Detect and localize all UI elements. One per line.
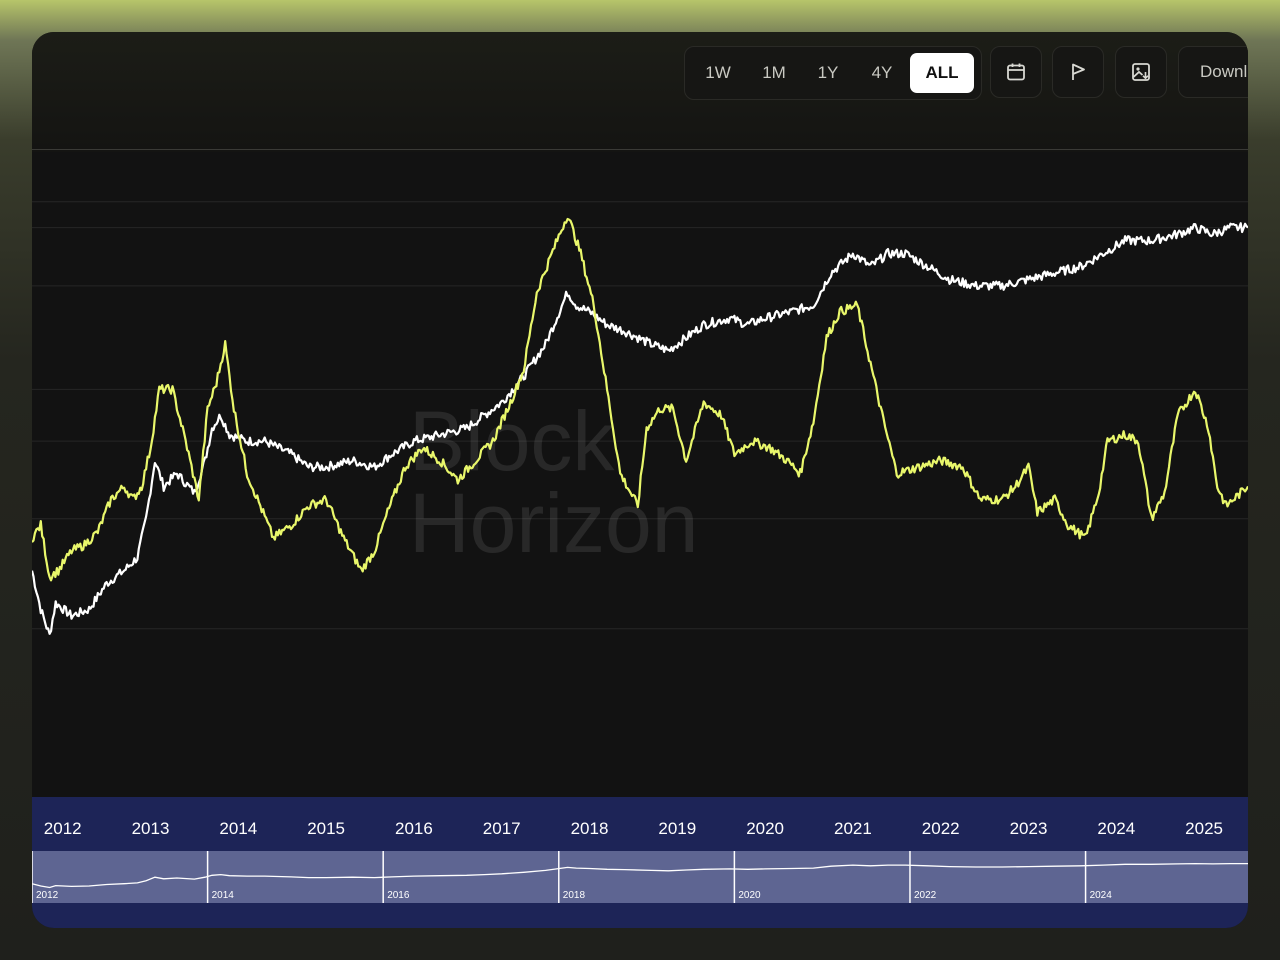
download-button[interactable]: Download bbox=[1178, 46, 1248, 98]
navigator-year-label: 2020 bbox=[746, 819, 785, 838]
navigator-tick-label: 2018 bbox=[563, 890, 586, 901]
watermark-line-2: Horizon bbox=[409, 476, 698, 570]
range-button-1w[interactable]: 1W bbox=[694, 53, 742, 93]
range-button-4y[interactable]: 4Y bbox=[858, 53, 906, 93]
navigator-year-label: 2017 bbox=[482, 819, 521, 838]
navigator-year-label: 2023 bbox=[1009, 819, 1048, 838]
range-button-1y[interactable]: 1Y bbox=[804, 53, 852, 93]
annotations-button[interactable] bbox=[1052, 46, 1104, 98]
navigator-year-label: 2025 bbox=[1185, 819, 1224, 838]
navigator-year-label: 2014 bbox=[219, 819, 258, 838]
series-layer bbox=[32, 217, 1248, 635]
navigator-tick-label: 2022 bbox=[914, 890, 937, 901]
navigator-year-label: 2012 bbox=[43, 819, 82, 838]
navigator-year-label: 2018 bbox=[570, 819, 609, 838]
range-button-1m[interactable]: 1M bbox=[750, 53, 798, 93]
image-download-icon bbox=[1132, 63, 1150, 81]
navigator-year-label: 2015 bbox=[307, 819, 346, 838]
watermark-line-1: Block bbox=[409, 394, 615, 488]
series-line-white bbox=[32, 222, 1248, 635]
navigator-mini-chart: 2012 2014 2016 2018 2020 2022 2024 bbox=[32, 851, 1248, 903]
watermark-logo: Block Horizon bbox=[409, 394, 698, 570]
navigator-year-label: 2016 bbox=[394, 819, 433, 838]
flag-icon bbox=[1072, 63, 1085, 80]
chart-panel: 1W 1M 1Y 4Y ALL Download Block Horizo bbox=[32, 32, 1248, 928]
calendar-icon bbox=[1007, 63, 1025, 81]
navigator-window[interactable]: 2012 2014 2016 2018 2020 2022 2024 bbox=[32, 851, 1248, 903]
navigator-year-label: 2022 bbox=[921, 819, 960, 838]
navigator-year-label: 2024 bbox=[1097, 819, 1136, 838]
range-navigator[interactable]: 2012 2013 2014 2015 2016 2017 2018 2019 2020 2021… bbox=[32, 797, 1248, 928]
range-button-all[interactable]: ALL bbox=[910, 53, 974, 93]
time-range-selector: 1W 1M 1Y 4Y ALL bbox=[684, 46, 982, 100]
navigator-year-label: 2013 bbox=[131, 819, 170, 838]
date-picker-button[interactable] bbox=[990, 46, 1042, 98]
navigator-tick-label: 2020 bbox=[738, 890, 761, 901]
navigator-tick-label: 2012 bbox=[36, 890, 59, 901]
navigator-tick-label: 2024 bbox=[1090, 890, 1113, 901]
navigator-tick-label: 2016 bbox=[387, 890, 410, 901]
navigator-year-label: 2021 bbox=[833, 819, 872, 838]
navigator-year-label: 2019 bbox=[658, 819, 697, 838]
navigator-series-line bbox=[32, 862, 1248, 889]
navigator-tick-label: 2014 bbox=[212, 890, 235, 901]
main-chart[interactable]: Block Horizon bbox=[32, 150, 1248, 797]
export-image-button[interactable] bbox=[1115, 46, 1167, 98]
